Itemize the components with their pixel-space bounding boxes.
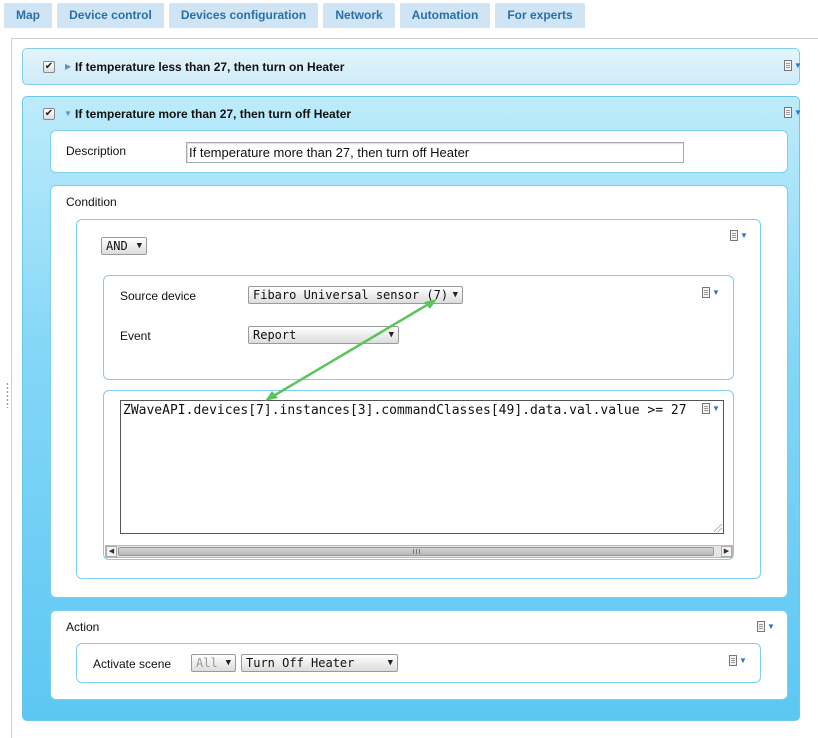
device-link-arrow-icon	[265, 299, 437, 401]
